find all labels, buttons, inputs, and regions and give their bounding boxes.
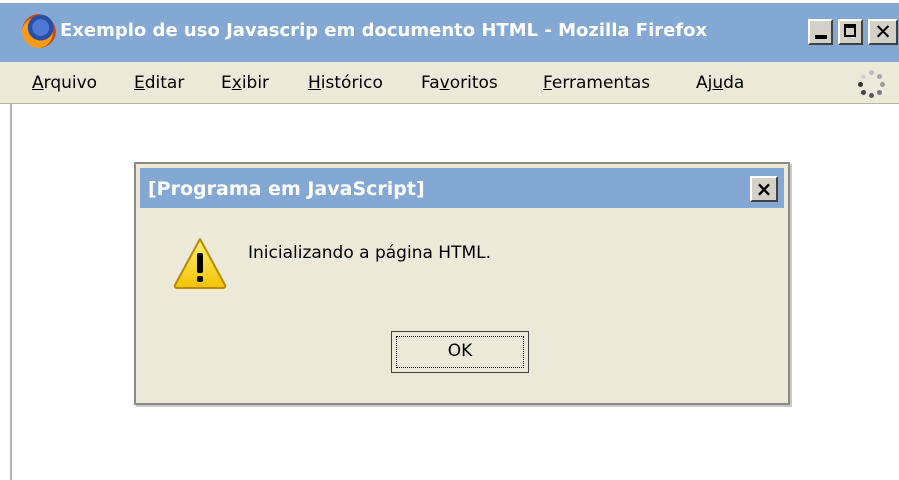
maximize-button[interactable] <box>838 19 863 45</box>
menu-arquivo[interactable]: Arquivo <box>32 72 97 94</box>
menu-exibir[interactable]: Exibir <box>221 72 269 94</box>
window-titlebar: Exemplo de uso Javascrip em documento HT… <box>0 0 899 62</box>
alert-dialog: [Programa em JavaScript] × Inicializando… <box>134 162 790 405</box>
menu-favoritos[interactable]: Favoritos <box>421 72 498 94</box>
menu-ferramentas[interactable]: Ferramentas <box>543 72 650 94</box>
ok-button[interactable]: OK <box>391 331 529 373</box>
maximize-icon <box>844 24 856 37</box>
window-close-button[interactable]: ✕ <box>868 19 898 45</box>
dialog-message: Inicializando a página HTML. <box>248 243 492 263</box>
minimize-button[interactable] <box>808 19 833 45</box>
window-title: Exemplo de uso Javascrip em documento HT… <box>60 20 708 41</box>
minimize-icon <box>815 35 827 39</box>
close-icon: × <box>755 177 773 201</box>
content-left-edge <box>10 104 12 480</box>
titlebar-top-strip <box>0 0 899 3</box>
close-icon: ✕ <box>874 20 892 44</box>
ok-button-label: OK <box>447 341 473 361</box>
browser-window: Exemplo de uso Javascrip em documento HT… <box>0 0 899 480</box>
menu-editar[interactable]: Editar <box>134 72 184 94</box>
loading-throbber-icon <box>858 70 886 98</box>
dialog-titlebar: [Programa em JavaScript] × <box>140 168 784 208</box>
dialog-title: [Programa em JavaScript] <box>148 178 425 200</box>
warning-icon <box>173 238 227 289</box>
menu-historico[interactable]: Histórico <box>308 72 383 94</box>
menu-ajuda[interactable]: Ajuda <box>696 72 744 94</box>
menu-bar: Arquivo Editar Exibir Histórico Favorito… <box>0 62 899 104</box>
dialog-close-button[interactable]: × <box>750 176 778 202</box>
firefox-icon[interactable] <box>22 14 56 48</box>
